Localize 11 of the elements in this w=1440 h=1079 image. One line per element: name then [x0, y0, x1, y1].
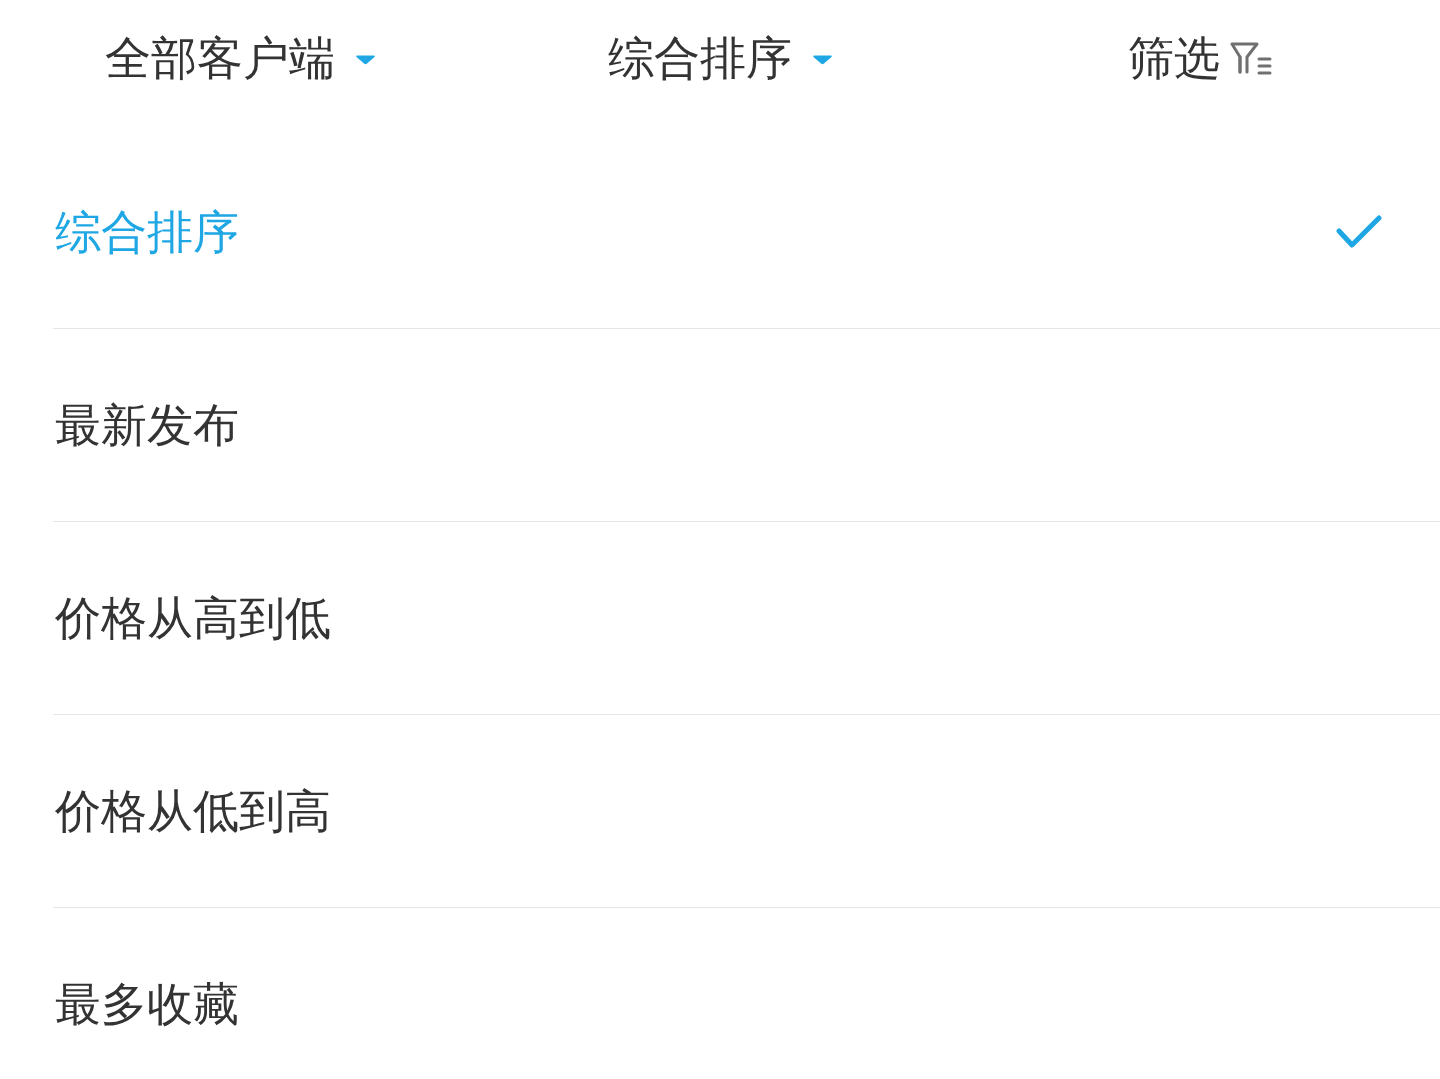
filter-icon — [1230, 42, 1272, 76]
check-icon — [1336, 215, 1382, 249]
caret-icon — [354, 53, 376, 65]
header-tab[interactable]: 综合排序 — [607, 35, 833, 81]
sort-option[interactable]: 最多收藏 — [53, 908, 1440, 1079]
sort-option[interactable]: 价格从低到高 — [53, 715, 1440, 907]
header-tab[interactable]: 筛选 — [1128, 35, 1272, 81]
header-tab[interactable]: 全部客户端 — [104, 35, 376, 81]
caret-icon — [811, 53, 833, 65]
sort-option[interactable]: 最新发布 — [53, 329, 1440, 521]
sort-option[interactable]: 价格从高到低 — [53, 522, 1440, 714]
